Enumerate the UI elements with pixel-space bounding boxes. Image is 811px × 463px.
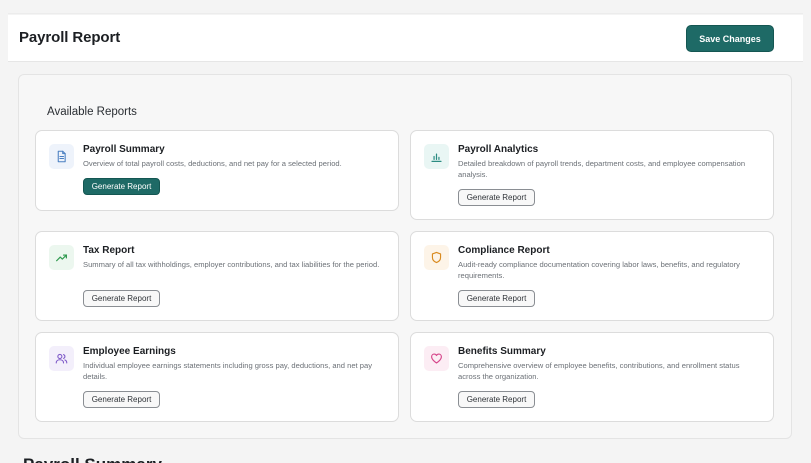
report-title: Employee Earnings bbox=[83, 346, 176, 357]
page-header: Payroll Report Save Changes bbox=[8, 15, 803, 62]
report-card-employee-earnings: Employee Earnings Individual employee ea… bbox=[35, 332, 399, 422]
report-card-benefits-summary: Benefits Summary Comprehensive overview … bbox=[410, 332, 774, 422]
report-description: Summary of all tax withholdings, employe… bbox=[83, 260, 380, 269]
report-card-tax-report: Tax Report Summary of all tax withholdin… bbox=[35, 231, 399, 321]
payroll-summary-section-title: Payroll Summary bbox=[23, 455, 162, 463]
report-description: Audit-ready compliance documentation cov… bbox=[458, 260, 740, 280]
report-description: Individual employee earnings statements … bbox=[83, 361, 373, 381]
save-changes-button[interactable]: Save Changes bbox=[686, 25, 774, 52]
generate-report-button[interactable]: Generate Report bbox=[83, 178, 160, 195]
bar-chart-icon bbox=[424, 144, 449, 169]
panel-title: Available Reports bbox=[47, 106, 137, 118]
report-title: Payroll Summary bbox=[83, 144, 165, 155]
generate-report-button[interactable]: Generate Report bbox=[83, 391, 160, 408]
generate-report-button[interactable]: Generate Report bbox=[458, 391, 535, 408]
page-title: Payroll Report bbox=[19, 29, 121, 46]
report-card-payroll-analytics: Payroll Analytics Detailed breakdown of … bbox=[410, 130, 774, 220]
report-title: Compliance Report bbox=[458, 245, 550, 256]
report-title: Tax Report bbox=[83, 245, 135, 256]
report-title: Payroll Analytics bbox=[458, 144, 539, 155]
shield-icon bbox=[424, 245, 449, 270]
report-card-payroll-summary: Payroll Summary Overview of total payrol… bbox=[35, 130, 399, 211]
generate-report-button[interactable]: Generate Report bbox=[83, 290, 160, 307]
available-reports-panel: Available Reports Payroll Summary Overvi… bbox=[18, 74, 792, 439]
report-description: Overview of total payroll costs, deducti… bbox=[83, 159, 342, 168]
report-description: Detailed breakdown of payroll trends, de… bbox=[458, 159, 746, 179]
content-area: Available Reports Payroll Summary Overvi… bbox=[8, 62, 803, 463]
report-description: Comprehensive overview of employee benef… bbox=[458, 361, 740, 381]
report-title: Benefits Summary bbox=[458, 346, 546, 357]
report-card-compliance-report: Compliance Report Audit-ready compliance… bbox=[410, 231, 774, 321]
document-icon bbox=[49, 144, 74, 169]
users-icon bbox=[49, 346, 74, 371]
heart-icon bbox=[424, 346, 449, 371]
generate-report-button[interactable]: Generate Report bbox=[458, 189, 535, 206]
top-border-strip bbox=[8, 0, 803, 14]
generate-report-button[interactable]: Generate Report bbox=[458, 290, 535, 307]
trending-up-icon bbox=[49, 245, 74, 270]
